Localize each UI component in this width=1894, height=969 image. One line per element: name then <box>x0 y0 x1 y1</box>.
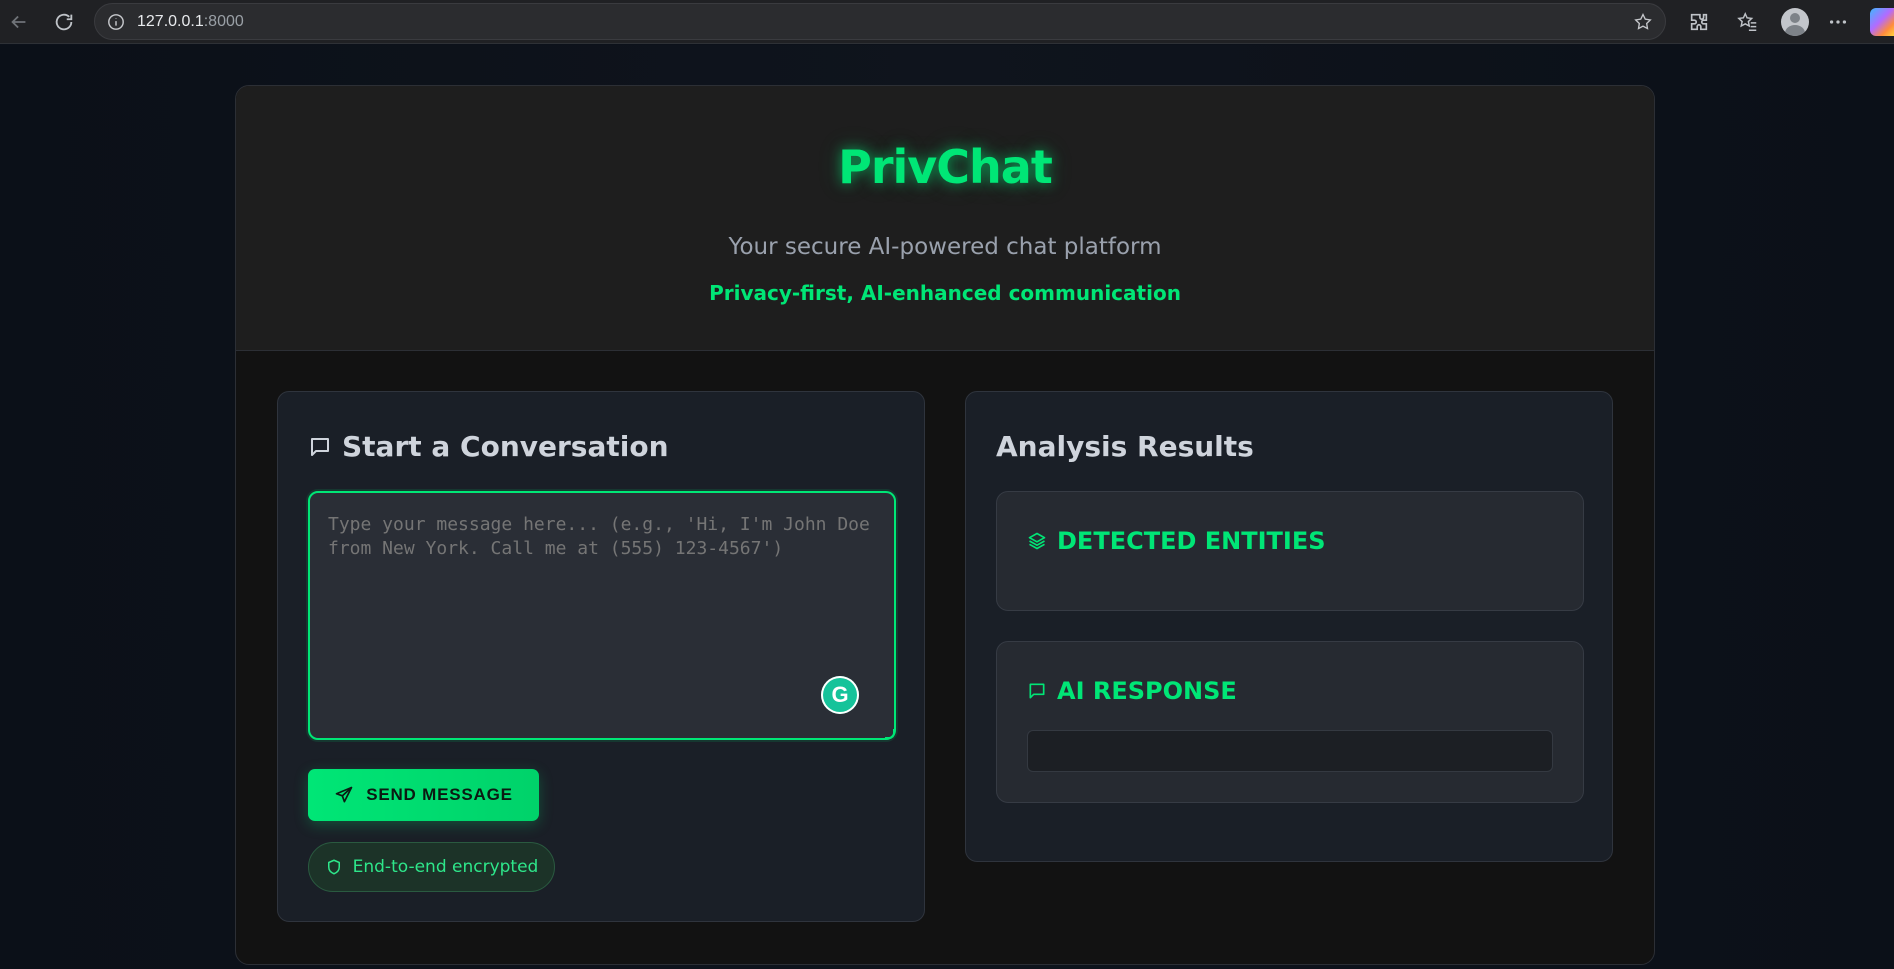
extensions-icon[interactable] <box>1685 8 1713 36</box>
detected-entities-heading: DETECTED ENTITIES <box>1027 527 1326 555</box>
hero-header: PrivChat Your secure AI-powered chat pla… <box>236 86 1654 351</box>
grammarly-icon[interactable]: G <box>821 676 859 714</box>
detected-entities-card: DETECTED ENTITIES <box>996 491 1584 611</box>
analysis-panel: Analysis Results DETECTED ENTITIES AI RE… <box>965 391 1613 862</box>
analysis-title: Analysis Results <box>996 430 1254 463</box>
browser-toolbar: 127.0.0.1:8000 <box>0 0 1894 44</box>
encryption-badge: End-to-end encrypted <box>308 842 555 892</box>
tagline: Your secure AI-powered chat platform <box>728 234 1162 260</box>
ai-response-label: AI RESPONSE <box>1057 677 1237 705</box>
profile-avatar[interactable] <box>1781 8 1809 36</box>
ai-response-heading: AI RESPONSE <box>1027 677 1237 705</box>
ai-response-output <box>1027 730 1553 772</box>
resize-handle[interactable] <box>885 729 895 739</box>
ai-response-card: AI RESPONSE <box>996 641 1584 803</box>
send-message-button[interactable]: SEND MESSAGE <box>308 769 539 821</box>
page: PrivChat Your secure AI-powered chat pla… <box>0 45 1894 969</box>
shield-icon <box>325 858 343 876</box>
favorite-star-icon[interactable] <box>1633 12 1653 32</box>
address-bar[interactable]: 127.0.0.1:8000 <box>94 3 1666 40</box>
url-port: :8000 <box>203 13 244 30</box>
favorites-icon[interactable] <box>1734 8 1762 36</box>
info-icon[interactable] <box>107 13 125 31</box>
message-square-icon <box>308 435 332 459</box>
compose-title-text: Start a Conversation <box>342 430 669 463</box>
compose-panel: Start a Conversation G SEND MESSAGE End-… <box>277 391 925 922</box>
send-message-label: SEND MESSAGE <box>366 785 513 804</box>
message-square-icon <box>1027 681 1047 701</box>
encryption-badge-label: End-to-end encrypted <box>352 857 539 877</box>
send-icon <box>334 785 354 805</box>
app-container: PrivChat Your secure AI-powered chat pla… <box>235 85 1655 965</box>
more-options-icon[interactable] <box>1824 8 1852 36</box>
grammarly-letter: G <box>831 682 849 707</box>
subtagline: Privacy-first, AI-enhanced communication <box>709 281 1181 305</box>
url-host: 127.0.0.1 <box>137 13 204 30</box>
copilot-icon[interactable] <box>1870 8 1894 36</box>
reload-icon[interactable] <box>50 8 78 36</box>
detected-entities-label: DETECTED ENTITIES <box>1057 527 1326 555</box>
message-input[interactable] <box>308 491 896 740</box>
back-icon[interactable] <box>5 8 33 36</box>
url-text[interactable]: 127.0.0.1:8000 <box>137 13 244 31</box>
compose-title: Start a Conversation <box>308 430 669 463</box>
brand-title: PrivChat <box>838 140 1053 194</box>
layers-icon <box>1027 531 1047 551</box>
